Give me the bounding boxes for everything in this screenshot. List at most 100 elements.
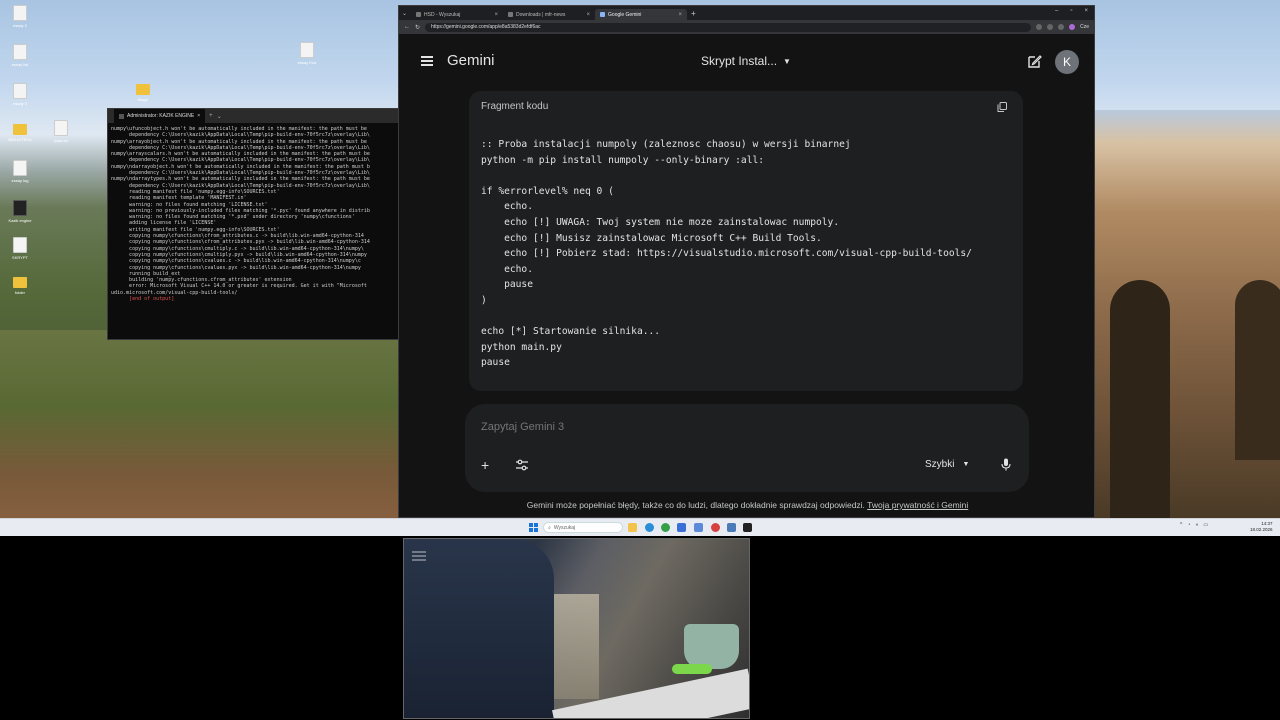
code-line: pause	[481, 279, 533, 291]
chrome-icon[interactable]	[661, 523, 670, 532]
clock[interactable]: 14:37 18.02.2026	[1250, 521, 1273, 533]
file-explorer-icon[interactable]	[628, 523, 637, 532]
menu-icon[interactable]	[421, 56, 433, 66]
store-icon[interactable]	[677, 523, 686, 532]
extension-icon[interactable]	[1058, 24, 1065, 30]
browser-tab-bar: ⌄ HSD - Wyszukaj × Downloads | mfr-news …	[399, 6, 1094, 20]
network-icon[interactable]: ◔	[1187, 522, 1190, 528]
code-line: :: Proba instalacji numpoly (zaleznosc c…	[481, 139, 851, 150]
chevron-down-icon: ▼	[783, 56, 791, 66]
privacy-link[interactable]: Twoja prywatność i Gemini	[867, 500, 968, 510]
account-avatar[interactable]: K	[1055, 50, 1079, 74]
volume-icon[interactable]: ◖	[1195, 522, 1198, 528]
document-icon	[13, 44, 27, 60]
close-icon[interactable]: ×	[197, 113, 200, 119]
desktop-icon-label: Magic	[137, 97, 149, 102]
taskbar-search[interactable]: ⌕ Wyszukaj	[543, 522, 623, 533]
folder-icon	[13, 124, 27, 135]
system-tray: ^ ◔ ◖ ▭	[1180, 522, 1208, 528]
battery-icon[interactable]: ▭	[1203, 522, 1208, 528]
favicon-icon	[508, 12, 514, 17]
desktop-icon[interactable]: essay log	[0, 160, 40, 183]
desktop-icon[interactable]: essay 2	[0, 5, 40, 28]
desktop-icon-label: Kazik engine	[8, 218, 32, 223]
desktop-icon-label: pass.txt	[54, 138, 68, 143]
profile-label[interactable]: Cze	[1080, 24, 1089, 30]
mail-icon[interactable]	[694, 523, 703, 532]
search-icon: ⌕	[548, 524, 551, 531]
gemini-header: Gemini Skrypt Instal... ▼	[399, 34, 1094, 91]
desktop-icon[interactable]: pass.txt	[41, 120, 81, 143]
windows-start-icon[interactable]	[529, 523, 538, 532]
chat-title: Skrypt Instal...	[701, 54, 778, 68]
new-chat-edit-icon[interactable]	[1028, 54, 1042, 68]
close-icon[interactable]: ×	[587, 12, 591, 18]
browser-tab[interactable]: HSD - Wyszukaj ×	[411, 9, 503, 20]
app-shortcut-icon	[13, 200, 27, 216]
browser-tab-label: Google Gemini	[608, 11, 642, 18]
browser-tab-active[interactable]: Google Gemini ×	[595, 9, 688, 20]
window-controls: – ▫ ×	[1055, 8, 1088, 14]
chevron-down-icon[interactable]: ⌄	[217, 113, 222, 120]
reload-icon[interactable]: ↻	[415, 24, 420, 31]
discord-icon[interactable]	[711, 523, 720, 532]
browser-window[interactable]: ⌄ HSD - Wyszukaj × Downloads | mfr-news …	[398, 5, 1095, 518]
document-icon	[13, 83, 27, 99]
gemini-favicon-icon	[600, 12, 606, 17]
new-tab-button[interactable]: +	[691, 9, 696, 18]
microphone-icon[interactable]	[1001, 458, 1011, 471]
terminal-line: numpy\ndarraytypes.h won't be automatica…	[111, 176, 370, 183]
code-line: echo [*] Startowanie silnika...	[481, 326, 661, 338]
terminal-icon[interactable]	[743, 523, 752, 532]
folder-icon	[136, 84, 150, 95]
browser-tab-label: HSD - Wyszukaj	[424, 11, 461, 18]
chat-title-dropdown[interactable]: Skrypt Instal... ▼	[701, 54, 791, 68]
address-bar[interactable]: https://gemini.google.com/app/e8a5383d2e…	[425, 22, 1032, 32]
app-title[interactable]: Gemini	[447, 52, 495, 69]
terminal-tab[interactable]: Administrator: KAZIK ENGINE ×	[114, 109, 206, 123]
maximize-icon[interactable]: ▫	[1070, 8, 1072, 14]
prompt-input[interactable]	[481, 421, 881, 433]
address-toolbar: ← ↻ https://gemini.google.com/app/e8a538…	[399, 20, 1094, 34]
desktop-icon[interactable]: folder	[0, 273, 40, 295]
desktop-icon-label: BIBLIOTEKA	[8, 137, 32, 142]
extension-icon[interactable]	[1036, 24, 1043, 30]
back-icon[interactable]: ←	[404, 24, 410, 30]
desktop-icon[interactable]: essay Kod	[287, 42, 327, 65]
copy-icon[interactable]	[997, 102, 1007, 112]
desktop-icon[interactable]: BIBLIOTEKA	[0, 120, 40, 142]
desktop-icon[interactable]: Kazik engine	[0, 200, 40, 223]
settings-icon[interactable]	[727, 523, 736, 532]
code-content: :: Proba instalacji numpoly (zaleznosc c…	[481, 137, 972, 371]
new-tab-icon[interactable]: +	[209, 113, 213, 119]
tools-icon[interactable]	[515, 459, 529, 471]
address-bar-url: https://gemini.google.com/app/e8a5383d2e…	[431, 24, 541, 30]
close-icon[interactable]: ×	[1084, 8, 1088, 14]
menu-icon	[412, 551, 426, 563]
desktop-icon[interactable]: Magic	[123, 80, 163, 102]
desktop-icon[interactable]: essay 3	[0, 83, 40, 106]
close-icon[interactable]: ×	[495, 12, 499, 18]
desktop-icon[interactable]: SKRYPT	[0, 237, 40, 260]
close-icon[interactable]: ×	[679, 12, 683, 18]
desktop-icon[interactable]: essay list	[0, 44, 40, 67]
model-mode-dropdown[interactable]: Szybki ▼	[925, 459, 969, 470]
tab-search-icon[interactable]: ⌄	[402, 10, 407, 17]
add-attachment-button[interactable]: +	[481, 457, 489, 473]
disclaimer: Gemini może popełniać błędy, także co do…	[399, 500, 1096, 510]
browser-tab[interactable]: Downloads | mfr-news ×	[503, 9, 595, 20]
wallpaper-bridge-arch-2	[1235, 280, 1280, 460]
document-icon	[13, 5, 27, 21]
chevron-up-icon[interactable]: ^	[1180, 522, 1182, 528]
minimize-icon[interactable]: –	[1055, 8, 1058, 14]
document-icon	[13, 160, 27, 176]
terminal-titlebar[interactable]: Administrator: KAZIK ENGINE × + ⌄	[108, 109, 398, 123]
profile-icon[interactable]	[1069, 24, 1076, 30]
code-line: python main.py	[481, 341, 562, 353]
terminal-window[interactable]: Administrator: KAZIK ENGINE × + ⌄ numpy\…	[107, 108, 399, 340]
terminal-line: error: Microsoft Visual C++ 14.0 or grea…	[111, 283, 367, 290]
webcam-person	[404, 539, 554, 718]
extension-icon[interactable]	[1047, 24, 1054, 30]
edge-icon[interactable]	[645, 523, 654, 532]
